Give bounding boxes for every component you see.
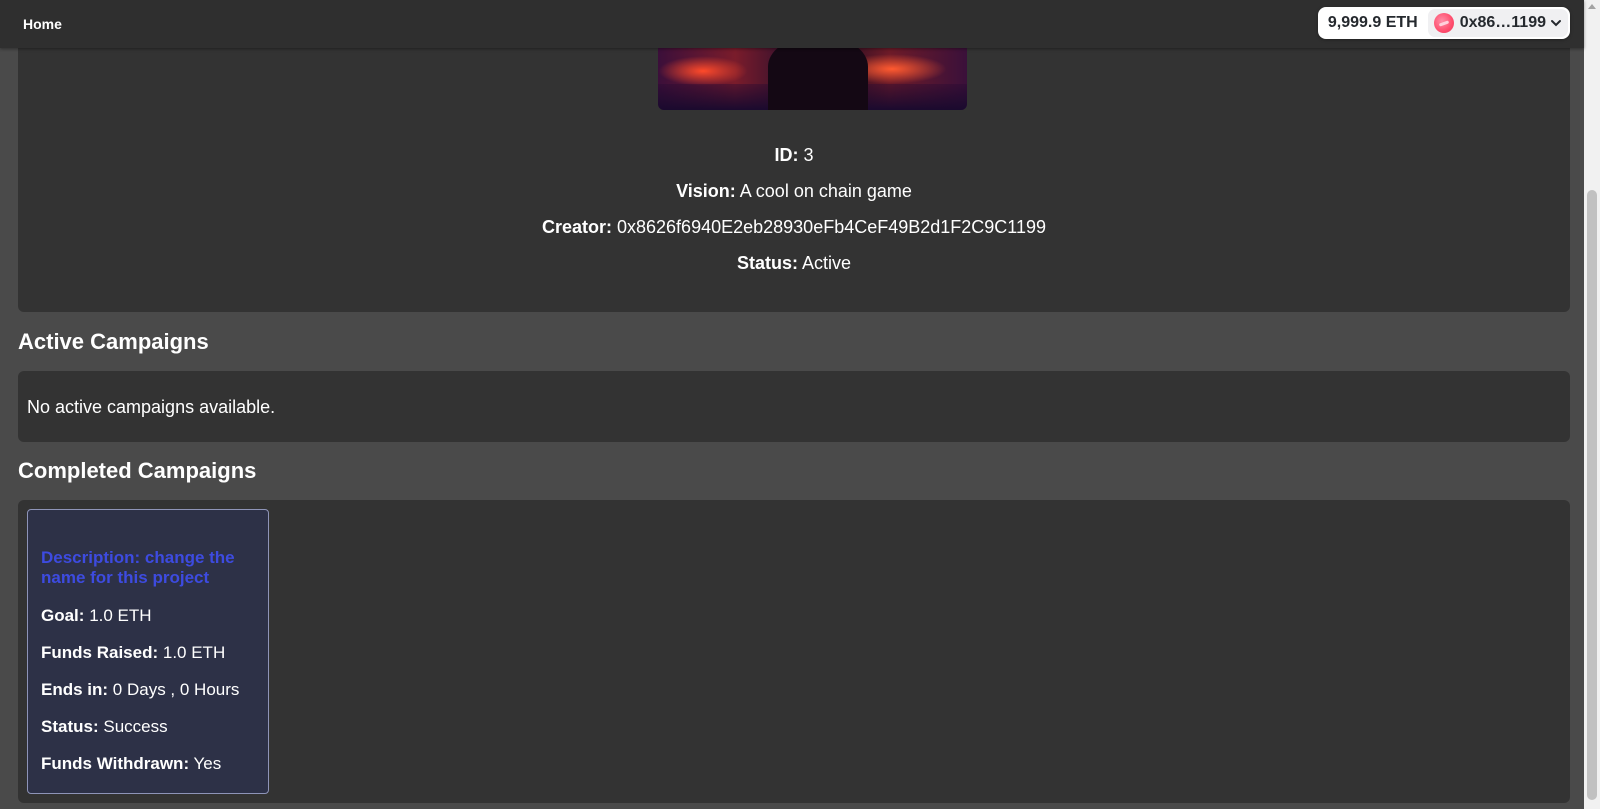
scroll-up-arrow-icon[interactable] xyxy=(1588,4,1596,9)
project-vision-value: A cool on chain game xyxy=(739,181,912,201)
campaign-card[interactable]: Description: change the name for this pr… xyxy=(27,509,269,794)
project-vision-line: Vision: A cool on chain game xyxy=(18,181,1570,202)
campaign-ends-in: Ends in: 0 Days , 0 Hours xyxy=(41,680,239,700)
completed-campaigns-panel: Description: change the name for this pr… xyxy=(18,500,1570,803)
campaign-description: Description: change the name for this pr… xyxy=(41,548,235,587)
wallet-connect-button[interactable]: 9,999.9 ETH 0x86…1199 xyxy=(1317,7,1570,39)
campaign-raised-value: 1.0 ETH xyxy=(162,643,226,662)
project-status-value: Active xyxy=(802,253,852,273)
campaign-withdrawn-value: Yes xyxy=(193,754,222,773)
project-status-line: Status: Active xyxy=(18,253,1570,274)
campaign-goal-label: Goal: xyxy=(41,606,85,625)
campaign-funds-raised: Funds Raised: 1.0 ETH xyxy=(41,643,225,663)
home-link[interactable]: Home xyxy=(23,16,62,32)
campaign-withdrawn-label: Funds Withdrawn: xyxy=(41,754,190,773)
active-campaigns-panel: No active campaigns available. xyxy=(18,371,1570,442)
account-button[interactable]: 0x86…1199 xyxy=(1427,9,1568,37)
scrollbar-thumb[interactable] xyxy=(1587,190,1597,800)
campaign-raised-label: Funds Raised: xyxy=(41,643,159,662)
project-id-value: 3 xyxy=(803,145,814,165)
project-creator-value: 0x8626f6940E2eb28930eFb4CeF49B2d1F2C9C11… xyxy=(617,217,1047,237)
campaign-status: Status: Success xyxy=(41,717,168,737)
campaign-goal-value: 1.0 ETH xyxy=(89,606,152,625)
project-id-line: ID: 3 xyxy=(18,145,1570,166)
completed-campaigns-heading: Completed Campaigns xyxy=(18,458,257,483)
page-scrollbar[interactable] xyxy=(1584,0,1600,809)
campaign-funds-withdrawn: Funds Withdrawn: Yes xyxy=(41,754,221,774)
campaign-status-value: Success xyxy=(103,717,168,736)
wallet-balance: 9,999.9 ETH xyxy=(1327,14,1418,31)
account-avatar-icon xyxy=(1433,13,1454,33)
campaign-goal: Goal: 1.0 ETH xyxy=(41,606,152,626)
project-status-label: Status: xyxy=(736,253,798,273)
account-address: 0x86…1199 xyxy=(1459,14,1546,31)
project-vision-label: Vision: xyxy=(676,181,736,201)
active-campaigns-heading: Active Campaigns xyxy=(18,329,209,354)
top-nav-bar: Home 9,999.9 ETH 0x86…1199 xyxy=(0,0,1584,48)
project-creator-label: Creator: xyxy=(541,217,612,237)
chevron-down-icon xyxy=(1551,20,1561,27)
project-details-card: ID: 3 Vision: A cool on chain game Creat… xyxy=(18,30,1570,312)
campaign-status-label: Status: xyxy=(41,717,99,736)
campaign-ends-label: Ends in: xyxy=(41,680,109,699)
project-banner-image xyxy=(658,48,967,110)
active-campaigns-empty-text: No active campaigns available. xyxy=(27,397,276,417)
project-creator-line: Creator: 0x8626f6940E2eb28930eFb4CeF49B2… xyxy=(18,217,1570,238)
campaign-ends-value: 0 Days , 0 Hours xyxy=(112,680,240,699)
project-id-label: ID: xyxy=(774,145,799,165)
